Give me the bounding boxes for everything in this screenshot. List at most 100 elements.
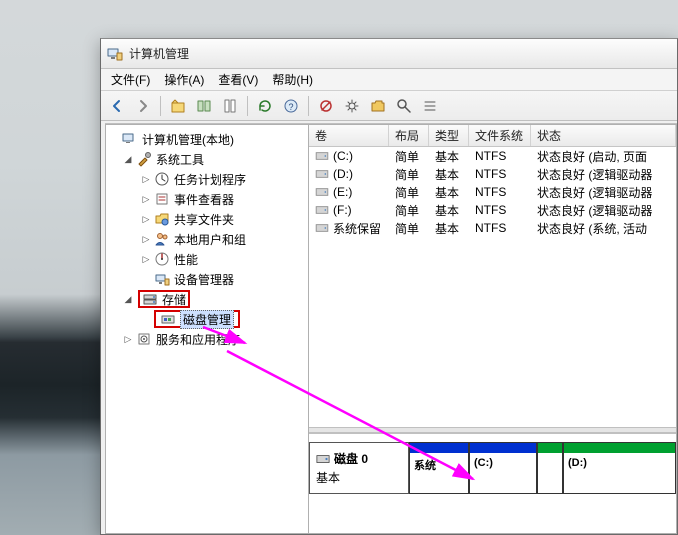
tree-shared-folders[interactable]: ▷ 共享文件夹 — [106, 209, 308, 229]
toolbar-separator — [247, 96, 248, 116]
forward-button[interactable] — [131, 94, 155, 118]
volume-grid-header: 卷 布局 类型 文件系统 状态 — [309, 125, 676, 147]
partition-d-label: (D:) — [568, 457, 671, 469]
tree-shared-folders-label: 共享文件夹 — [174, 211, 234, 228]
volume-status: 状态良好 (启动, 页面 — [531, 148, 676, 165]
volume-layout: 简单 — [389, 202, 429, 219]
grid-header-layout[interactable]: 布局 — [389, 125, 429, 146]
toolbar-separator — [160, 96, 161, 116]
volume-row[interactable]: (D:)简单基本NTFS状态良好 (逻辑驱动器 — [309, 165, 676, 183]
menu-action[interactable]: 操作(A) — [158, 69, 210, 90]
tree-device-manager-label: 设备管理器 — [174, 271, 234, 288]
volume-name: (C:) — [333, 149, 353, 163]
tree-system-tools[interactable]: ◢ 系统工具 — [106, 149, 308, 169]
expand-icon[interactable]: ▷ — [140, 253, 152, 265]
grid-header-type[interactable]: 类型 — [429, 125, 469, 146]
volume-fs: NTFS — [469, 149, 531, 163]
svg-text:?: ? — [288, 102, 293, 112]
device-icon — [154, 271, 170, 287]
partition-system[interactable]: 系统 — [409, 442, 469, 494]
tree-event-viewer[interactable]: ▷ 事件查看器 — [106, 189, 308, 209]
disk-number: 磁盘 0 — [334, 450, 368, 467]
window-title: 计算机管理 — [129, 45, 189, 62]
action-button-1[interactable] — [314, 94, 338, 118]
up-button[interactable] — [166, 94, 190, 118]
drive-icon — [315, 205, 329, 215]
help-button[interactable]: ? — [279, 94, 303, 118]
volume-layout: 简单 — [389, 166, 429, 183]
volume-status: 状态良好 (逻辑驱动器 — [531, 184, 676, 201]
volume-type: 基本 — [429, 220, 469, 237]
volume-layout: 简单 — [389, 148, 429, 165]
partition-gap[interactable] — [537, 442, 563, 494]
volume-layout: 简单 — [389, 184, 429, 201]
list-button[interactable] — [418, 94, 442, 118]
back-button[interactable] — [105, 94, 129, 118]
grid-header-status[interactable]: 状态 — [531, 125, 676, 146]
expand-icon — [108, 133, 120, 145]
storage-icon — [142, 291, 158, 307]
computer-management-window: 计算机管理 文件(F) 操作(A) 查看(V) 帮助(H) — [100, 38, 678, 535]
volume-layout: 简单 — [389, 220, 429, 237]
services-icon — [136, 331, 152, 347]
grid-header-fs[interactable]: 文件系统 — [469, 125, 531, 146]
menu-help[interactable]: 帮助(H) — [266, 69, 319, 90]
show-hide-tree-button[interactable] — [192, 94, 216, 118]
partition-c[interactable]: (C:) — [469, 442, 537, 494]
volume-row[interactable]: (C:) 简单基本NTFS状态良好 (启动, 页面 — [309, 147, 676, 165]
tree-performance[interactable]: ▷ 性能 — [106, 249, 308, 269]
menu-file[interactable]: 文件(F) — [105, 69, 156, 90]
volume-type: 基本 — [429, 202, 469, 219]
volume-type: 基本 — [429, 184, 469, 201]
tree-storage[interactable]: ◢ 存储 — [106, 289, 308, 309]
tree-local-users[interactable]: ▷ 本地用户和组 — [106, 229, 308, 249]
event-icon — [154, 191, 170, 207]
settings-button[interactable] — [340, 94, 364, 118]
expand-icon[interactable]: ▷ — [122, 333, 134, 345]
disk-row[interactable]: 磁盘 0 基本 系统 (C:) — [309, 442, 676, 494]
drive-icon — [315, 169, 329, 179]
volume-type: 基本 — [429, 148, 469, 165]
disk-label[interactable]: 磁盘 0 基本 — [309, 442, 409, 494]
grid-header-volume[interactable]: 卷 — [309, 125, 389, 146]
find-button[interactable] — [392, 94, 416, 118]
tree-event-viewer-label: 事件查看器 — [174, 191, 234, 208]
volume-status: 状态良好 (逻辑驱动器 — [531, 166, 676, 183]
volume-row[interactable]: (F:)简单基本NTFS状态良好 (逻辑驱动器 — [309, 201, 676, 219]
tree-root[interactable]: 计算机管理(本地) — [106, 129, 308, 149]
tree-device-manager[interactable]: 设备管理器 — [106, 269, 308, 289]
volume-row[interactable]: 系统保留简单基本NTFS状态良好 (系统, 活动 — [309, 219, 676, 237]
disk-management-icon — [160, 311, 176, 327]
expand-icon — [140, 313, 152, 325]
expand-icon[interactable]: ▷ — [140, 233, 152, 245]
tree-pane[interactable]: 计算机管理(本地) ◢ 系统工具 ▷ 任务计划程序 ▷ — [105, 124, 309, 534]
properties-button[interactable] — [218, 94, 242, 118]
drive-icon — [315, 151, 329, 161]
partition-d[interactable]: (D:) — [563, 442, 676, 494]
volume-grid-body: (C:)简单基本NTFS状态良好 (启动, 页面(D:)简单基本NTFS状态良好… — [309, 147, 676, 237]
tree-system-tools-label: 系统工具 — [156, 151, 204, 168]
expand-icon[interactable]: ▷ — [140, 213, 152, 225]
open-button[interactable] — [366, 94, 390, 118]
volume-fs: NTFS — [469, 221, 531, 235]
body-pane: 计算机管理(本地) ◢ 系统工具 ▷ 任务计划程序 ▷ — [105, 123, 677, 534]
tree-task-scheduler[interactable]: ▷ 任务计划程序 — [106, 169, 308, 189]
volume-status: 状态良好 (系统, 活动 — [531, 220, 676, 237]
disk-map: 磁盘 0 基本 系统 (C:) — [309, 433, 676, 533]
expand-icon[interactable]: ▷ — [140, 193, 152, 205]
refresh-button[interactable] — [253, 94, 277, 118]
tree-local-users-label: 本地用户和组 — [174, 231, 246, 248]
tools-icon — [136, 151, 152, 167]
users-icon — [154, 231, 170, 247]
volume-name: 系统保留 — [333, 220, 381, 237]
collapse-icon[interactable]: ◢ — [122, 293, 134, 305]
menu-view[interactable]: 查看(V) — [212, 69, 264, 90]
collapse-icon[interactable]: ◢ — [122, 153, 134, 165]
tree-storage-label: 存储 — [162, 291, 186, 308]
tree-disk-management-label: 磁盘管理 — [180, 310, 234, 329]
expand-icon[interactable]: ▷ — [140, 173, 152, 185]
tree-disk-management[interactable]: 磁盘管理 — [106, 309, 308, 329]
tree-services[interactable]: ▷ 服务和应用程序 — [106, 329, 308, 349]
volume-row[interactable]: (E:)简单基本NTFS状态良好 (逻辑驱动器 — [309, 183, 676, 201]
titlebar[interactable]: 计算机管理 — [101, 39, 677, 69]
